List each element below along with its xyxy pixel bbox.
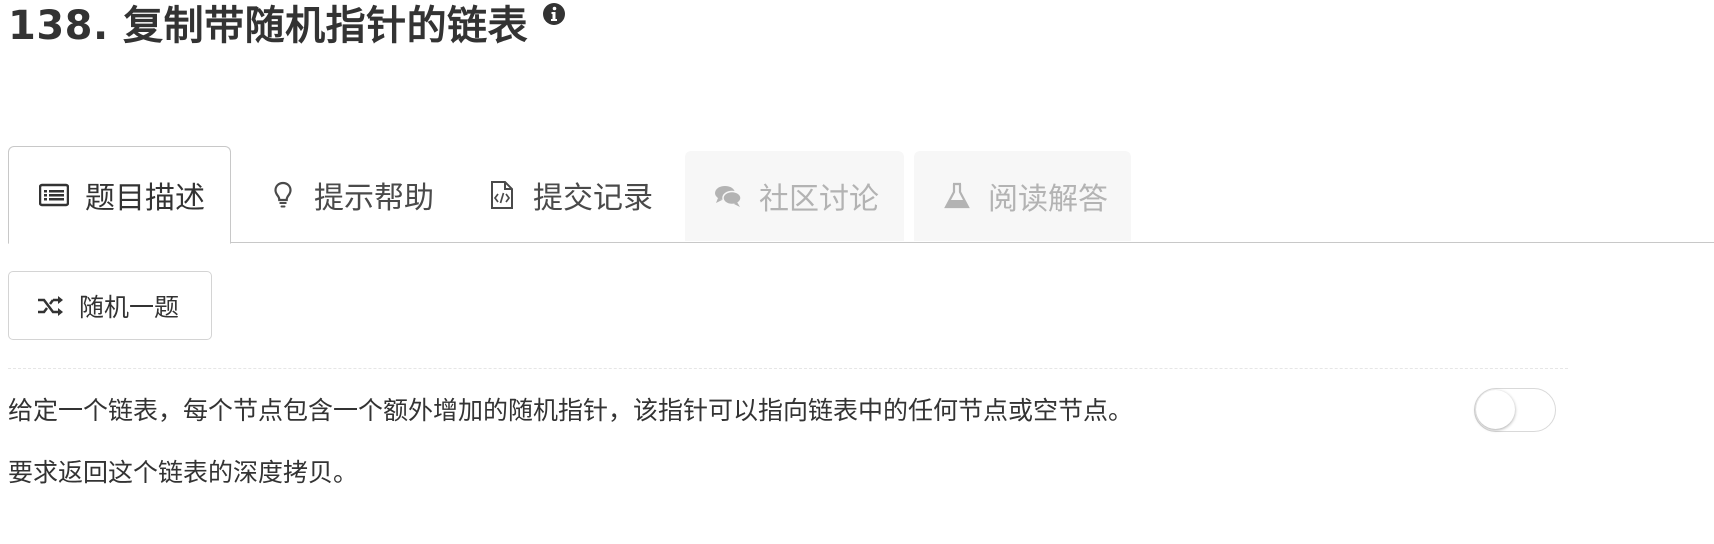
tab-label: 社区讨论 [759, 182, 879, 217]
random-problem-label: 随机一题 [79, 292, 180, 322]
page-title: 138. 复制带随机指针的链表 [8, 3, 529, 49]
page-title-row: 138. 复制带随机指针的链表 [8, 0, 566, 56]
tab-label: 提示帮助 [314, 180, 434, 216]
shuffle-icon [38, 295, 63, 316]
tab-discuss[interactable]: 社区讨论 [685, 151, 904, 241]
description-paragraph: 给定一个链表，每个节点包含一个额外增加的随机指针，该指针可以指向链表中的任何节点… [8, 396, 1134, 425]
random-problem-button[interactable]: 随机一题 [8, 271, 212, 340]
tab-hints[interactable]: 提示帮助 [268, 146, 434, 243]
tab-label: 提交记录 [533, 180, 653, 216]
problem-tabs: 题目描述 提示帮助 提交记录 社区讨论 阅读解答 [8, 146, 1714, 244]
flask-icon [944, 182, 970, 209]
language-toggle[interactable] [1474, 388, 1556, 432]
code-file-icon [491, 180, 513, 209]
description-paragraph: 要求返回这个链表的深度拷贝。 [8, 458, 359, 487]
tab-submissions[interactable]: 提交记录 [487, 146, 653, 243]
list-icon [39, 183, 69, 207]
info-icon[interactable] [542, 2, 566, 26]
tab-label: 题目描述 [85, 181, 205, 216]
comments-icon [715, 186, 742, 207]
toggle-knob [1476, 390, 1515, 429]
tab-solution[interactable]: 阅读解答 [914, 151, 1131, 241]
tab-description[interactable]: 题目描述 [8, 146, 231, 244]
lightbulb-icon [274, 181, 292, 207]
divider [8, 368, 1568, 369]
tab-label: 阅读解答 [988, 182, 1108, 217]
